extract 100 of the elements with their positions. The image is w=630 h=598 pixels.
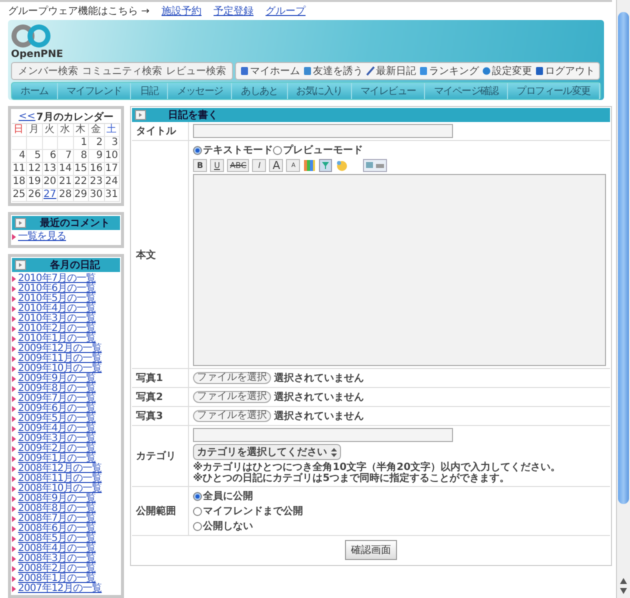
month-link[interactable]: 2010年7月の一覧 [18,274,96,284]
radio-dot[interactable] [193,506,202,516]
month-link[interactable]: 2009年4月の一覧 [18,424,96,434]
bullet-icon [12,426,16,432]
month-link[interactable]: 2008年12月の一覧 [18,464,102,474]
month-link[interactable]: 2008年9月の一覧 [18,494,96,504]
header-link[interactable]: ログアウト [535,64,595,78]
weekday-label: 土 [104,124,120,137]
calendar-day[interactable]: 27 [42,189,58,202]
choose-file-button[interactable]: ファイルを選択 [193,372,271,384]
header-link[interactable]: ランキング [419,64,479,78]
month-link[interactable]: 2010年2月の一覧 [18,324,96,334]
month-link[interactable]: 2008年11月の一覧 [18,474,102,484]
month-link[interactable]: 2008年8月の一覧 [18,504,96,514]
month-link[interactable]: 2008年5月の一覧 [18,534,96,544]
month-link[interactable]: 2009年11月の一覧 [18,354,102,364]
groupware-link[interactable]: 予定登録 [214,4,254,18]
filter-icon[interactable] [319,159,332,172]
bullet-icon [12,296,16,302]
month-link[interactable]: 2009年10月の一覧 [18,364,102,374]
nav-item[interactable]: 日記 [131,83,168,99]
format-button[interactable]: U [210,159,224,172]
format-button[interactable]: I [252,159,266,172]
format-button[interactable]: ABC [227,159,250,172]
field-label: 写真2 [132,388,189,406]
month-link[interactable]: 2009年2月の一覧 [18,444,96,454]
radio-dot[interactable] [193,492,202,500]
month-link[interactable]: 2010年3月の一覧 [18,314,96,324]
nav-item[interactable]: メッセージ [168,83,232,99]
section-title: 各月の日記 [49,258,101,272]
header-link[interactable]: マイホーム [240,64,300,78]
field-label: 写真3 [132,407,189,425]
month-link[interactable]: 2008年2月の一覧 [18,564,96,574]
format-button[interactable]: A [269,159,284,172]
scroll-arrows-icon[interactable] [618,576,629,596]
month-link[interactable]: 2009年1月の一覧 [18,454,96,464]
nav-item[interactable]: お気に入り [288,83,352,99]
month-link[interactable]: 2009年9月の一覧 [18,374,96,384]
logo-text: OpenPNE [11,49,64,60]
bullet-icon [12,496,16,502]
prev-month-link[interactable]: << [18,111,36,122]
nav-item[interactable]: ホーム [12,83,58,99]
confirm-button[interactable]: 確認画面 [345,540,397,560]
month-link[interactable]: 2009年5月の一覧 [18,414,96,424]
visibility-radio[interactable]: 全員に公開 [193,489,606,503]
month-link[interactable]: 2008年6月の一覧 [18,524,96,534]
month-link[interactable]: 2007年12月の一覧 [18,584,102,594]
month-link[interactable]: 2008年10月の一覧 [18,484,102,494]
expand-icon [15,260,26,270]
month-link[interactable]: 2009年12月の一覧 [18,344,102,354]
month-link[interactable]: 2010年6月の一覧 [18,284,96,294]
groupware-link[interactable]: 施設予約 [162,4,202,18]
nav-item[interactable]: マイページ確認 [425,83,508,99]
radio-dot[interactable] [273,146,282,154]
search-tab[interactable]: コミュニティ検索 [82,64,162,78]
radio-dot[interactable] [193,146,202,154]
view-all-link[interactable]: 一覧を見る [18,232,66,242]
month-link[interactable]: 2010年1月の一覧 [18,334,96,344]
month-link[interactable]: 2008年7月の一覧 [18,514,96,524]
header-link[interactable]: 設定変更 [482,64,532,78]
search-tab[interactable]: メンバー検索 [18,64,78,78]
search-tab[interactable]: レビュー検索 [166,64,226,78]
bullet-icon [12,446,16,452]
choose-file-button[interactable]: ファイルを選択 [193,410,271,422]
choose-file-button[interactable]: ファイルを選択 [193,391,271,403]
mode-radio[interactable]: テキストモード [193,143,273,157]
title-input[interactable] [193,124,453,138]
radio-dot[interactable] [193,522,202,530]
bullet-icon [12,234,16,240]
mode-radio[interactable]: プレビューモード [273,143,363,157]
bullet-icon [12,436,16,442]
category-select[interactable]: カテゴリを選択してください [193,444,341,460]
scrollbar[interactable] [616,0,630,598]
month-link[interactable]: 2009年8月の一覧 [18,384,96,394]
color-icon[interactable] [303,159,316,172]
month-link[interactable]: 2010年5月の一覧 [18,294,96,304]
calendar-day: 19 [27,176,43,189]
format-button[interactable]: B [193,159,207,172]
header-link[interactable]: 友達を誘う [303,64,363,78]
month-link[interactable]: 2009年6月の一覧 [18,404,96,414]
groupware-label: グループウェア機能はこちら → [8,4,150,18]
section-title: 日記を書く [168,108,218,122]
category-input[interactable] [193,428,453,442]
month-link[interactable]: 2008年1月の一覧 [18,574,96,584]
month-link[interactable]: 2009年7月の一覧 [18,394,96,404]
month-link[interactable]: 2010年4月の一覧 [18,304,96,314]
month-link[interactable]: 2008年4月の一覧 [18,544,96,554]
nav-item[interactable]: あしあと [232,83,288,99]
groupware-link[interactable]: グループ [266,4,306,18]
visibility-radio[interactable]: 公開しない [193,519,606,533]
image-icon[interactable] [363,159,388,172]
scrollbar-thumb[interactable] [618,12,629,504]
nav-item[interactable]: マイレビュー [352,83,426,99]
nav-item[interactable]: プロフィール変更 [508,83,600,99]
month-link[interactable]: 2008年3月の一覧 [18,554,96,564]
visibility-radio[interactable]: マイフレンドまで公開 [193,504,606,518]
header-link[interactable]: 最新日記 [366,64,416,78]
calendar-day: 3 [104,137,120,150]
nav-item[interactable]: マイフレンド [58,83,132,99]
month-link[interactable]: 2009年3月の一覧 [18,434,96,444]
